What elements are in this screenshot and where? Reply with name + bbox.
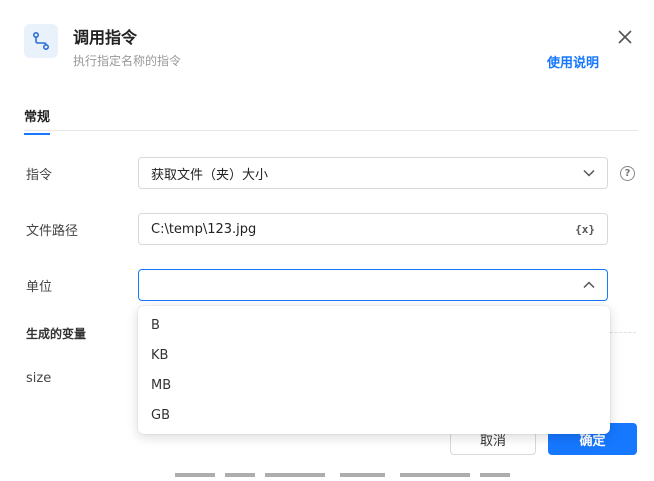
section-divider xyxy=(610,332,636,333)
close-button[interactable] xyxy=(614,26,636,48)
invoke-command-dialog: 调用指令 执行指定名称的指令 使用说明 常规 指令 获取文件（夹）大小 ? 文件… xyxy=(0,0,654,481)
tab-bar: 常规 xyxy=(24,98,638,135)
size-variable-label: size xyxy=(26,371,52,386)
unit-select[interactable] xyxy=(138,269,608,301)
dialog-title: 调用指令 xyxy=(73,28,138,47)
file-path-value: C:\temp\123.jpg xyxy=(151,221,257,237)
unit-option-gb[interactable]: GB xyxy=(138,400,610,430)
tab-general[interactable]: 常规 xyxy=(24,106,51,135)
variable-insert-button[interactable]: {x} xyxy=(575,223,595,236)
command-select[interactable]: 获取文件（夹）大小 xyxy=(138,157,608,189)
command-flow-icon xyxy=(24,24,58,58)
unit-option-mb[interactable]: MB xyxy=(138,370,610,400)
unit-label: 单位 xyxy=(26,280,53,295)
help-question-icon[interactable]: ? xyxy=(620,166,635,181)
background-bleed xyxy=(0,473,654,481)
dialog-subtitle: 执行指定名称的指令 xyxy=(73,54,182,68)
command-label: 指令 xyxy=(26,168,53,183)
unit-option-b[interactable]: B xyxy=(138,310,610,340)
file-path-input[interactable]: C:\temp\123.jpg {x} xyxy=(138,213,608,245)
output-variables-heading: 生成的变量 xyxy=(26,327,87,341)
help-link[interactable]: 使用说明 xyxy=(547,52,599,71)
unit-dropdown-list: B KB MB GB xyxy=(138,306,610,434)
file-path-label: 文件路径 xyxy=(26,224,79,239)
close-icon xyxy=(618,30,632,44)
unit-option-kb[interactable]: KB xyxy=(138,340,610,370)
command-select-value: 获取文件（夹）大小 xyxy=(151,167,269,183)
chevron-up-icon xyxy=(583,279,595,291)
chevron-down-icon xyxy=(583,167,595,179)
